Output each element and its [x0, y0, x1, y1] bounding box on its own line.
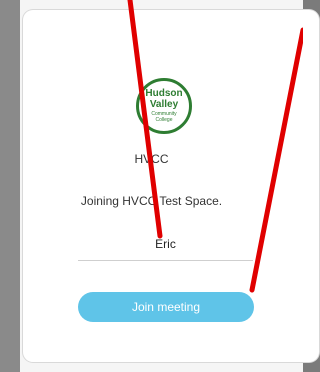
annotation-overlay	[127, 0, 303, 293]
annotation-line-right	[249, 27, 303, 293]
annotation-line-left	[127, 0, 163, 239]
